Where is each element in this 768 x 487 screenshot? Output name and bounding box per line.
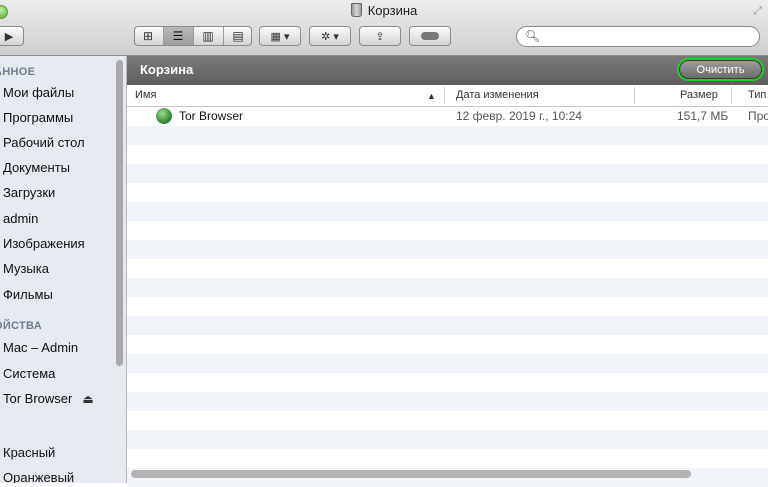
chevron-down-icon: ▾: [283, 30, 290, 43]
sidebar-item-pictures[interactable]: Изображения: [3, 236, 85, 251]
sidebar-item-tag-red[interactable]: Красный: [3, 445, 55, 460]
sidebar: АННОЕ Мои файлы Программы Рабочий стол Д…: [0, 56, 127, 483]
tor-browser-app-icon: [156, 108, 172, 124]
sidebar-scrollbar[interactable]: [116, 60, 123, 366]
eject-icon[interactable]: ⏏: [82, 392, 93, 406]
grid-icon: ▦: [270, 30, 281, 43]
file-list-pane: Корзина Очистить Имя ▲ Дата изменения Ра…: [127, 56, 768, 487]
list-view-icon[interactable]: ☰: [163, 27, 194, 45]
search-field[interactable]: 🔍︎: [516, 26, 760, 47]
column-divider[interactable]: [444, 87, 445, 104]
sidebar-item-desktop[interactable]: Рабочий стол: [3, 135, 85, 150]
icon-view-icon[interactable]: ⊞: [134, 27, 164, 45]
horizontal-scrollbar[interactable]: [131, 470, 691, 478]
empty-row: [127, 145, 768, 164]
window-title-text: Корзина: [367, 3, 418, 18]
empty-row: [127, 430, 768, 449]
share-icon: ⇪: [375, 30, 385, 43]
table-row[interactable]: Tor Browser 12 февр. 2019 г., 10:24 151,…: [127, 107, 768, 126]
empty-row: [127, 202, 768, 221]
sidebar-item-documents[interactable]: Документы: [3, 160, 70, 175]
fullscreen-icon[interactable]: ⤢: [753, 5, 762, 18]
file-kind: Про: [748, 109, 768, 123]
empty-row: [127, 411, 768, 430]
column-header: Имя ▲ Дата изменения Размер Тип: [127, 85, 768, 107]
empty-row: [127, 449, 768, 468]
sidebar-item-movies[interactable]: Фильмы: [3, 287, 53, 302]
sidebar-item-music[interactable]: Музыка: [3, 261, 49, 276]
empty-row: [127, 164, 768, 183]
sort-ascending-icon: ▲: [427, 91, 436, 101]
sidebar-item-admin[interactable]: admin: [3, 211, 38, 226]
empty-row: [127, 316, 768, 335]
empty-row: [127, 335, 768, 354]
tag-button[interactable]: [409, 26, 451, 46]
column-size-header[interactable]: Размер: [680, 89, 718, 101]
sidebar-item-mac-admin[interactable]: Mac – Admin: [3, 340, 78, 355]
back-button[interactable]: ▶: [0, 26, 24, 46]
column-date-header[interactable]: Дата изменения: [456, 89, 539, 101]
column-view-icon[interactable]: ▥: [194, 27, 224, 45]
empty-row: [127, 259, 768, 278]
sidebar-item-tor-browser-volume[interactable]: Tor Browser ⏏: [3, 391, 94, 406]
tag-icon: [421, 32, 439, 40]
empty-row: [127, 297, 768, 316]
column-kind-header[interactable]: Тип: [748, 89, 766, 101]
empty-row: [127, 373, 768, 392]
chevron-down-icon: ▾: [333, 30, 339, 43]
window-toolbar: Корзина ⤢ ▶ ⊞ ☰ ▥ ▤ ▦ ▾ ✲ ▾ ⇪ 🔍︎: [0, 0, 768, 56]
empty-row: [127, 278, 768, 297]
sidebar-header-favorites: АННОЕ: [0, 66, 36, 78]
share-button[interactable]: ⇪: [359, 26, 401, 46]
empty-row: [127, 392, 768, 411]
column-divider[interactable]: [634, 87, 635, 104]
empty-row: [127, 240, 768, 259]
file-name: Tor Browser: [179, 109, 244, 123]
sidebar-item-downloads[interactable]: Загрузки: [3, 185, 55, 200]
action-button[interactable]: ✲ ▾: [309, 26, 351, 46]
cover-flow-icon[interactable]: ▤: [224, 27, 253, 45]
empty-row: [127, 354, 768, 373]
search-input[interactable]: [541, 28, 755, 46]
trash-icon: [350, 3, 362, 17]
empty-row: [127, 183, 768, 202]
sidebar-header-devices: ОЙСТВА: [0, 320, 42, 332]
arrange-button[interactable]: ▦ ▾: [259, 26, 301, 46]
sidebar-item-tag-orange[interactable]: Оранжевый: [3, 470, 74, 483]
sidebar-item-label: Tor Browser: [3, 391, 73, 406]
sidebar-item-my-files[interactable]: Мои файлы: [3, 85, 74, 100]
sidebar-item-applications[interactable]: Программы: [3, 110, 73, 125]
sidebar-item-system[interactable]: Система: [3, 366, 55, 381]
view-mode-segment: ⊞ ☰ ▥ ▤: [134, 26, 252, 46]
empty-row: [127, 126, 768, 145]
column-divider[interactable]: [731, 87, 732, 104]
search-icon: 🔍︎: [525, 29, 541, 43]
window-title: Корзина: [0, 3, 768, 18]
gear-icon: ✲: [321, 30, 331, 43]
empty-trash-button[interactable]: Очистить: [679, 60, 762, 79]
empty-row: [127, 221, 768, 240]
folder-title: Корзина: [140, 62, 194, 77]
file-date: 12 февр. 2019 г., 10:24: [456, 109, 582, 123]
column-name-header[interactable]: Имя: [135, 89, 156, 101]
file-size: 151,7 МБ: [677, 109, 729, 123]
trash-header-bar: Корзина Очистить: [127, 56, 768, 85]
